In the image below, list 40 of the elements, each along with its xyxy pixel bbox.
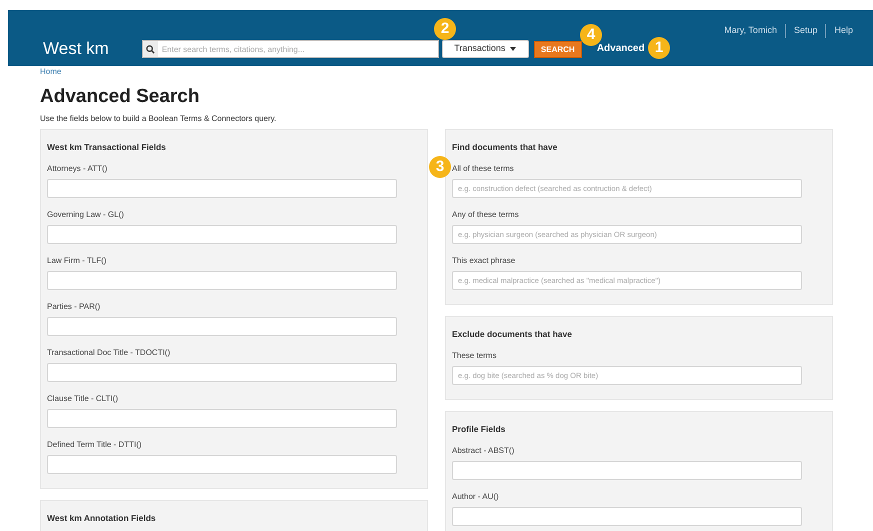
page-title: Advanced Search: [40, 85, 200, 109]
panel-heading: Exclude documents that have: [452, 329, 573, 340]
header-link[interactable]: Help: [825, 24, 853, 38]
field-label: Abstract - ABST(): [452, 445, 516, 456]
input-field[interactable]: [47, 179, 397, 198]
input-field[interactable]: [452, 461, 802, 480]
input-field[interactable]: [47, 409, 397, 428]
field-label: Defined Term Title - DTTI(): [47, 439, 143, 450]
input-field[interactable]: [47, 271, 397, 290]
caret-icon: [510, 47, 516, 51]
field-label: All of these terms: [452, 163, 515, 174]
intro-text: Use the fields below to build a Boolean Terms & Connectors query.: [40, 114, 278, 124]
input-field[interactable]: [47, 225, 397, 244]
search-field[interactable]: Enter search terms, citations, anything...: [142, 40, 439, 58]
field-label: Clause Title - CLTI(): [47, 393, 119, 404]
header-link[interactable]: Mary, Tomich: [724, 24, 777, 38]
breadcrumb-link[interactable]: Home: [40, 67, 833, 77]
callout-badge: 3: [429, 156, 451, 178]
scope-dropdown[interactable]: Transactions: [442, 40, 529, 58]
search-icon: [146, 44, 155, 54]
field-label: Author - AU(): [452, 491, 500, 502]
input-field[interactable]: [47, 455, 397, 474]
input-field[interactable]: [452, 507, 802, 526]
panel-heading: West km Annotation Fields: [47, 513, 157, 524]
field-label: This exact phrase: [452, 255, 516, 266]
field-label: Attorneys - ATT(): [47, 163, 108, 174]
panel-heading: West km Transactional Fields: [47, 142, 167, 153]
field-label: Any of these terms: [452, 209, 520, 220]
search-button[interactable]: SEARCH: [534, 41, 582, 58]
field-label: Governing Law - GL(): [47, 209, 125, 220]
panel-heading: Find documents that have: [452, 142, 558, 153]
field-label: Parties - PAR(): [47, 301, 102, 312]
field-label: Transactional Doc Title - TDOCTI(): [47, 347, 172, 358]
field-label: Law Firm - TLF(): [47, 255, 108, 266]
input-field[interactable]: [47, 317, 397, 336]
field-label: These terms: [452, 350, 498, 361]
logo[interactable]: West km: [43, 40, 109, 57]
panel-heading: Profile Fields: [452, 424, 506, 435]
input-field[interactable]: [47, 363, 397, 382]
header-link[interactable]: Setup: [784, 24, 818, 38]
